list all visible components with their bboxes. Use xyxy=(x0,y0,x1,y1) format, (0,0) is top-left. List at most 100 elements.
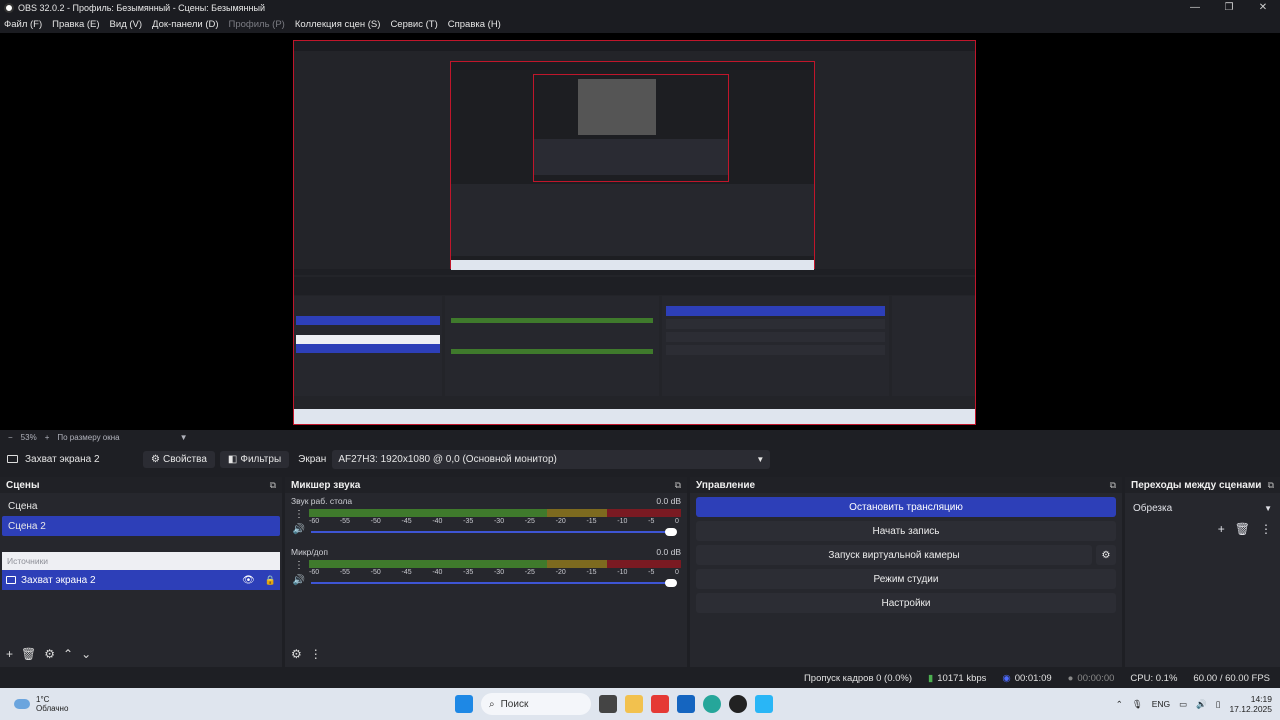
filters-button[interactable]: ◧ Фильтры xyxy=(219,450,290,468)
signal-icon: ▮ xyxy=(928,673,934,684)
gear-icon[interactable]: ⚙ xyxy=(1096,545,1116,565)
more-vertical-icon[interactable]: ⋮ xyxy=(294,509,304,520)
cloud-icon xyxy=(14,699,30,709)
weather-widget[interactable]: 1°C Облачно xyxy=(14,695,174,713)
record-icon: ● xyxy=(1067,673,1074,684)
scene-item-active[interactable]: Сцена 2 xyxy=(2,516,280,536)
scenes-title: Сцены xyxy=(6,479,40,491)
system-tray: ⌃ 🎙 ENG ▭ 🔊 ▯ 14:19 17.12.2025 xyxy=(1116,688,1272,720)
chevron-down-icon: ▼ xyxy=(756,454,765,464)
menu-edit[interactable]: Правка (E) xyxy=(52,19,99,30)
speaker-icon[interactable]: 🔊 xyxy=(293,524,305,535)
battery-icon[interactable]: ▯ xyxy=(1216,699,1221,710)
studio-mode-button[interactable]: Режим студии xyxy=(696,569,1116,589)
chevron-down-icon: ▼ xyxy=(1264,503,1272,513)
start-record-button[interactable]: Начать запись xyxy=(696,521,1116,541)
source-toolbar: Захват экрана 2 ⚙ Свойства ◧ Фильтры Экр… xyxy=(0,446,1280,472)
lock-icon[interactable]: 🔒 xyxy=(265,575,276,586)
settings-button[interactable]: Настройки xyxy=(696,593,1116,613)
weather-temp: 1°C xyxy=(36,694,50,704)
menu-help[interactable]: Справка (H) xyxy=(448,19,501,30)
edge-icon[interactable] xyxy=(703,695,721,713)
file-explorer-icon[interactable] xyxy=(625,695,643,713)
advanced-audio-icon[interactable]: ⚙ xyxy=(291,647,302,661)
volume-slider[interactable] xyxy=(309,527,681,537)
mixer-title: Микшер звука xyxy=(291,479,361,491)
yandex-browser-icon[interactable] xyxy=(651,695,669,713)
volume-meter xyxy=(309,560,681,568)
chevron-up-icon[interactable]: ⌃ xyxy=(63,647,73,661)
network-icon[interactable]: ▭ xyxy=(1179,699,1187,710)
app-icon[interactable] xyxy=(755,695,773,713)
bitrate: 10171 kbps xyxy=(937,673,987,684)
preview-canvas[interactable] xyxy=(293,40,976,425)
trash-icon[interactable]: 🗑 xyxy=(1235,522,1250,536)
active-source-label: Захват экрана 2 xyxy=(25,453,100,465)
dock-icon[interactable]: ⧉ xyxy=(675,480,681,491)
track-db: 0.0 dB xyxy=(656,496,681,506)
obs-icon[interactable] xyxy=(729,695,747,713)
volume-knob[interactable] xyxy=(665,528,677,536)
task-view-icon[interactable] xyxy=(599,695,617,713)
chevron-up-icon[interactable]: ⌃ xyxy=(1116,699,1123,710)
scenes-footer: + 🗑 ⚙ ⌃ ⌄ xyxy=(6,647,91,661)
filter-icon: ◧ xyxy=(227,453,238,465)
preview-area[interactable] xyxy=(0,33,1280,430)
clock-time: 14:19 xyxy=(1250,693,1272,704)
menu-view[interactable]: Вид (V) xyxy=(110,19,143,30)
gear-icon[interactable]: ⚙ xyxy=(44,647,55,661)
store-icon[interactable] xyxy=(677,695,695,713)
add-icon[interactable]: + xyxy=(1218,522,1225,536)
nested-srcbar xyxy=(294,277,975,295)
mixer-panel: Микшер звука ⧉ Звук раб. стола 0.0 dB ⋮ … xyxy=(285,477,687,667)
eye-icon[interactable]: 👁 xyxy=(242,575,255,586)
more-vertical-icon[interactable]: ⋮ xyxy=(1260,522,1272,536)
menu-tools[interactable]: Сервис (T) xyxy=(390,19,437,30)
active-source: Захват экрана 2 xyxy=(7,454,143,465)
trash-icon[interactable]: 🗑 xyxy=(21,647,36,661)
volume-knob[interactable] xyxy=(665,579,677,587)
transition-select[interactable]: Обрезка ▼ xyxy=(1129,498,1276,518)
fps: 60.00 / 60.00 FPS xyxy=(1193,673,1270,684)
virtual-camera-button[interactable]: Запуск виртуальной камеры xyxy=(696,545,1092,565)
menu-file[interactable]: Файл (F) xyxy=(4,19,42,30)
stop-stream-button[interactable]: Остановить трансляцию xyxy=(696,497,1116,517)
more-vertical-icon[interactable]: ⋮ xyxy=(310,647,322,661)
add-icon[interactable]: + xyxy=(6,647,13,661)
speaker-icon[interactable]: 🔊 xyxy=(293,575,305,586)
volume-slider[interactable] xyxy=(309,578,681,588)
clock[interactable]: 14:19 17.12.2025 xyxy=(1229,694,1272,714)
menu-scene-collection[interactable]: Коллекция сцен (S) xyxy=(295,19,381,30)
nested-scenes-panel xyxy=(294,296,442,396)
screen-select-value: AF27H3: 1920x1080 @ 0,0 (Основной монито… xyxy=(338,453,557,465)
language-indicator[interactable]: ENG xyxy=(1152,699,1170,709)
zoom-fit-select[interactable]: По размеру окна xyxy=(57,433,119,442)
chevron-down-icon[interactable]: ▼ xyxy=(180,433,188,442)
stream-icon: ◉ xyxy=(1002,673,1011,684)
zoom-in-button[interactable]: + xyxy=(45,433,50,442)
zoom-out-button[interactable]: − xyxy=(8,433,13,442)
zoom-bar: − 53% + По размеру окна ▼ xyxy=(0,430,1280,444)
more-vertical-icon[interactable]: ⋮ xyxy=(294,560,304,571)
dock-icon[interactable]: ⧉ xyxy=(1268,480,1274,491)
source-item[interactable]: Захват экрана 2 👁 🔒 xyxy=(2,570,280,590)
volume-icon[interactable]: 🔊 xyxy=(1196,699,1207,710)
chevron-down-icon[interactable]: ⌄ xyxy=(81,647,91,661)
dock-icon[interactable]: ⧉ xyxy=(270,480,276,491)
mixer-footer: ⚙ ⋮ xyxy=(291,647,322,661)
minimize-button[interactable]: — xyxy=(1178,0,1212,15)
track-name: Звук раб. стола xyxy=(291,496,353,506)
scene-item[interactable]: Сцена xyxy=(2,496,280,516)
menu-docks[interactable]: Док-панели (D) xyxy=(152,19,218,30)
windows-start-icon[interactable] xyxy=(455,695,473,713)
window-title: OBS 32.0.2 - Профиль: Безымянный - Сцены… xyxy=(18,2,265,13)
maximize-button[interactable]: ❐ xyxy=(1212,0,1246,15)
screen-select[interactable]: AF27H3: 1920x1080 @ 0,0 (Основной монито… xyxy=(332,449,771,469)
window-controls: — ❐ ✕ xyxy=(1178,0,1280,15)
taskbar-search[interactable]: ⌕ Поиск xyxy=(481,693,591,715)
close-button[interactable]: ✕ xyxy=(1246,0,1280,15)
controls-title: Управление xyxy=(696,479,756,491)
properties-button[interactable]: ⚙ Свойства xyxy=(143,450,215,468)
dock-icon[interactable]: ⧉ xyxy=(1110,480,1116,491)
microphone-icon[interactable]: 🎙 xyxy=(1132,699,1143,710)
